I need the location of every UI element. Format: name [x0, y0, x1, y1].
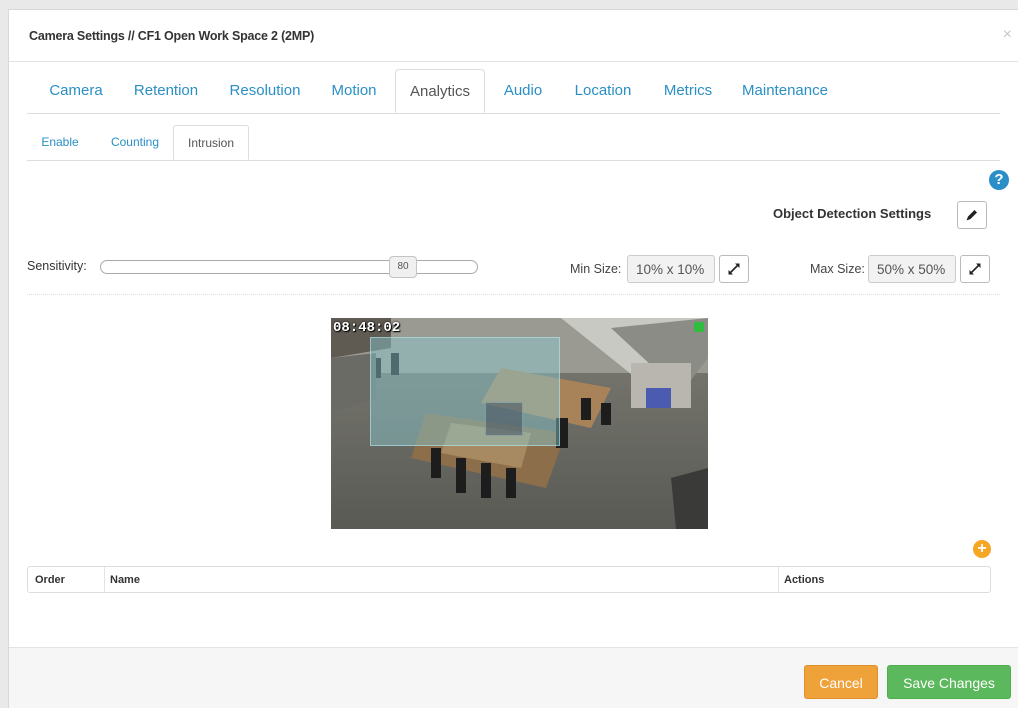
min-size-value: 10% x 10%	[627, 255, 715, 283]
sensitivity-label: Sensitivity:	[27, 259, 87, 273]
max-size-label: Max Size:	[810, 262, 865, 276]
sub-tabs: Enable Counting Intrusion	[27, 125, 1000, 161]
tab-motion[interactable]: Motion	[323, 69, 385, 113]
tab-retention[interactable]: Retention	[125, 69, 207, 113]
subtab-intrusion[interactable]: Intrusion	[173, 125, 249, 160]
camera-settings-modal: Camera Settings // CF1 Open Work Space 2…	[8, 9, 1018, 708]
section-divider	[27, 294, 1000, 295]
save-changes-button[interactable]: Save Changes	[887, 665, 1011, 699]
modal-header: Camera Settings // CF1 Open Work Space 2…	[9, 10, 1018, 62]
tab-maintenance[interactable]: Maintenance	[736, 69, 834, 113]
max-size-value: 50% x 50%	[868, 255, 956, 283]
detection-region[interactable]	[370, 337, 560, 446]
column-header-order: Order	[35, 574, 65, 586]
min-size-label: Min Size:	[570, 262, 622, 276]
column-header-name: Name	[110, 574, 140, 586]
tab-location[interactable]: Location	[564, 69, 642, 113]
modal-title: Camera Settings // CF1 Open Work Space 2…	[29, 29, 315, 43]
column-header-actions: Actions	[784, 574, 825, 586]
help-icon[interactable]: ?	[989, 170, 1009, 190]
add-icon[interactable]: +	[973, 540, 991, 558]
close-icon[interactable]: ×	[1003, 26, 1012, 44]
modal-footer: Cancel Save Changes	[9, 647, 1018, 708]
sensitivity-slider-track[interactable]	[100, 260, 478, 274]
tab-resolution[interactable]: Resolution	[221, 69, 309, 113]
column-divider	[104, 567, 105, 592]
camera-timestamp: 08:48:02	[333, 320, 401, 336]
edit-object-detection-button[interactable]	[957, 201, 987, 229]
main-tabs: Camera Retention Resolution Motion Analy…	[27, 69, 1000, 114]
min-size-box	[485, 402, 523, 436]
column-divider	[778, 567, 779, 592]
tab-audio[interactable]: Audio	[496, 69, 550, 113]
tab-analytics[interactable]: Analytics	[395, 69, 485, 113]
expand-icon	[728, 263, 740, 275]
object-detection-settings-label: Object Detection Settings	[773, 206, 932, 221]
camera-status-indicator	[694, 322, 704, 332]
camera-preview[interactable]: 08:48:02	[331, 318, 708, 529]
intrusion-rules-table: Order Name Actions	[27, 566, 991, 593]
min-size-expand-button[interactable]	[719, 255, 749, 283]
subtab-counting[interactable]: Counting	[99, 125, 171, 160]
pencil-icon	[966, 210, 977, 221]
subtab-enable[interactable]: Enable	[35, 125, 85, 160]
tab-metrics[interactable]: Metrics	[654, 69, 722, 113]
max-size-expand-button[interactable]	[960, 255, 990, 283]
tab-camera[interactable]: Camera	[41, 69, 111, 113]
sensitivity-slider-handle[interactable]: 80	[389, 256, 417, 278]
cancel-button[interactable]: Cancel	[804, 665, 878, 699]
expand-icon	[969, 263, 981, 275]
